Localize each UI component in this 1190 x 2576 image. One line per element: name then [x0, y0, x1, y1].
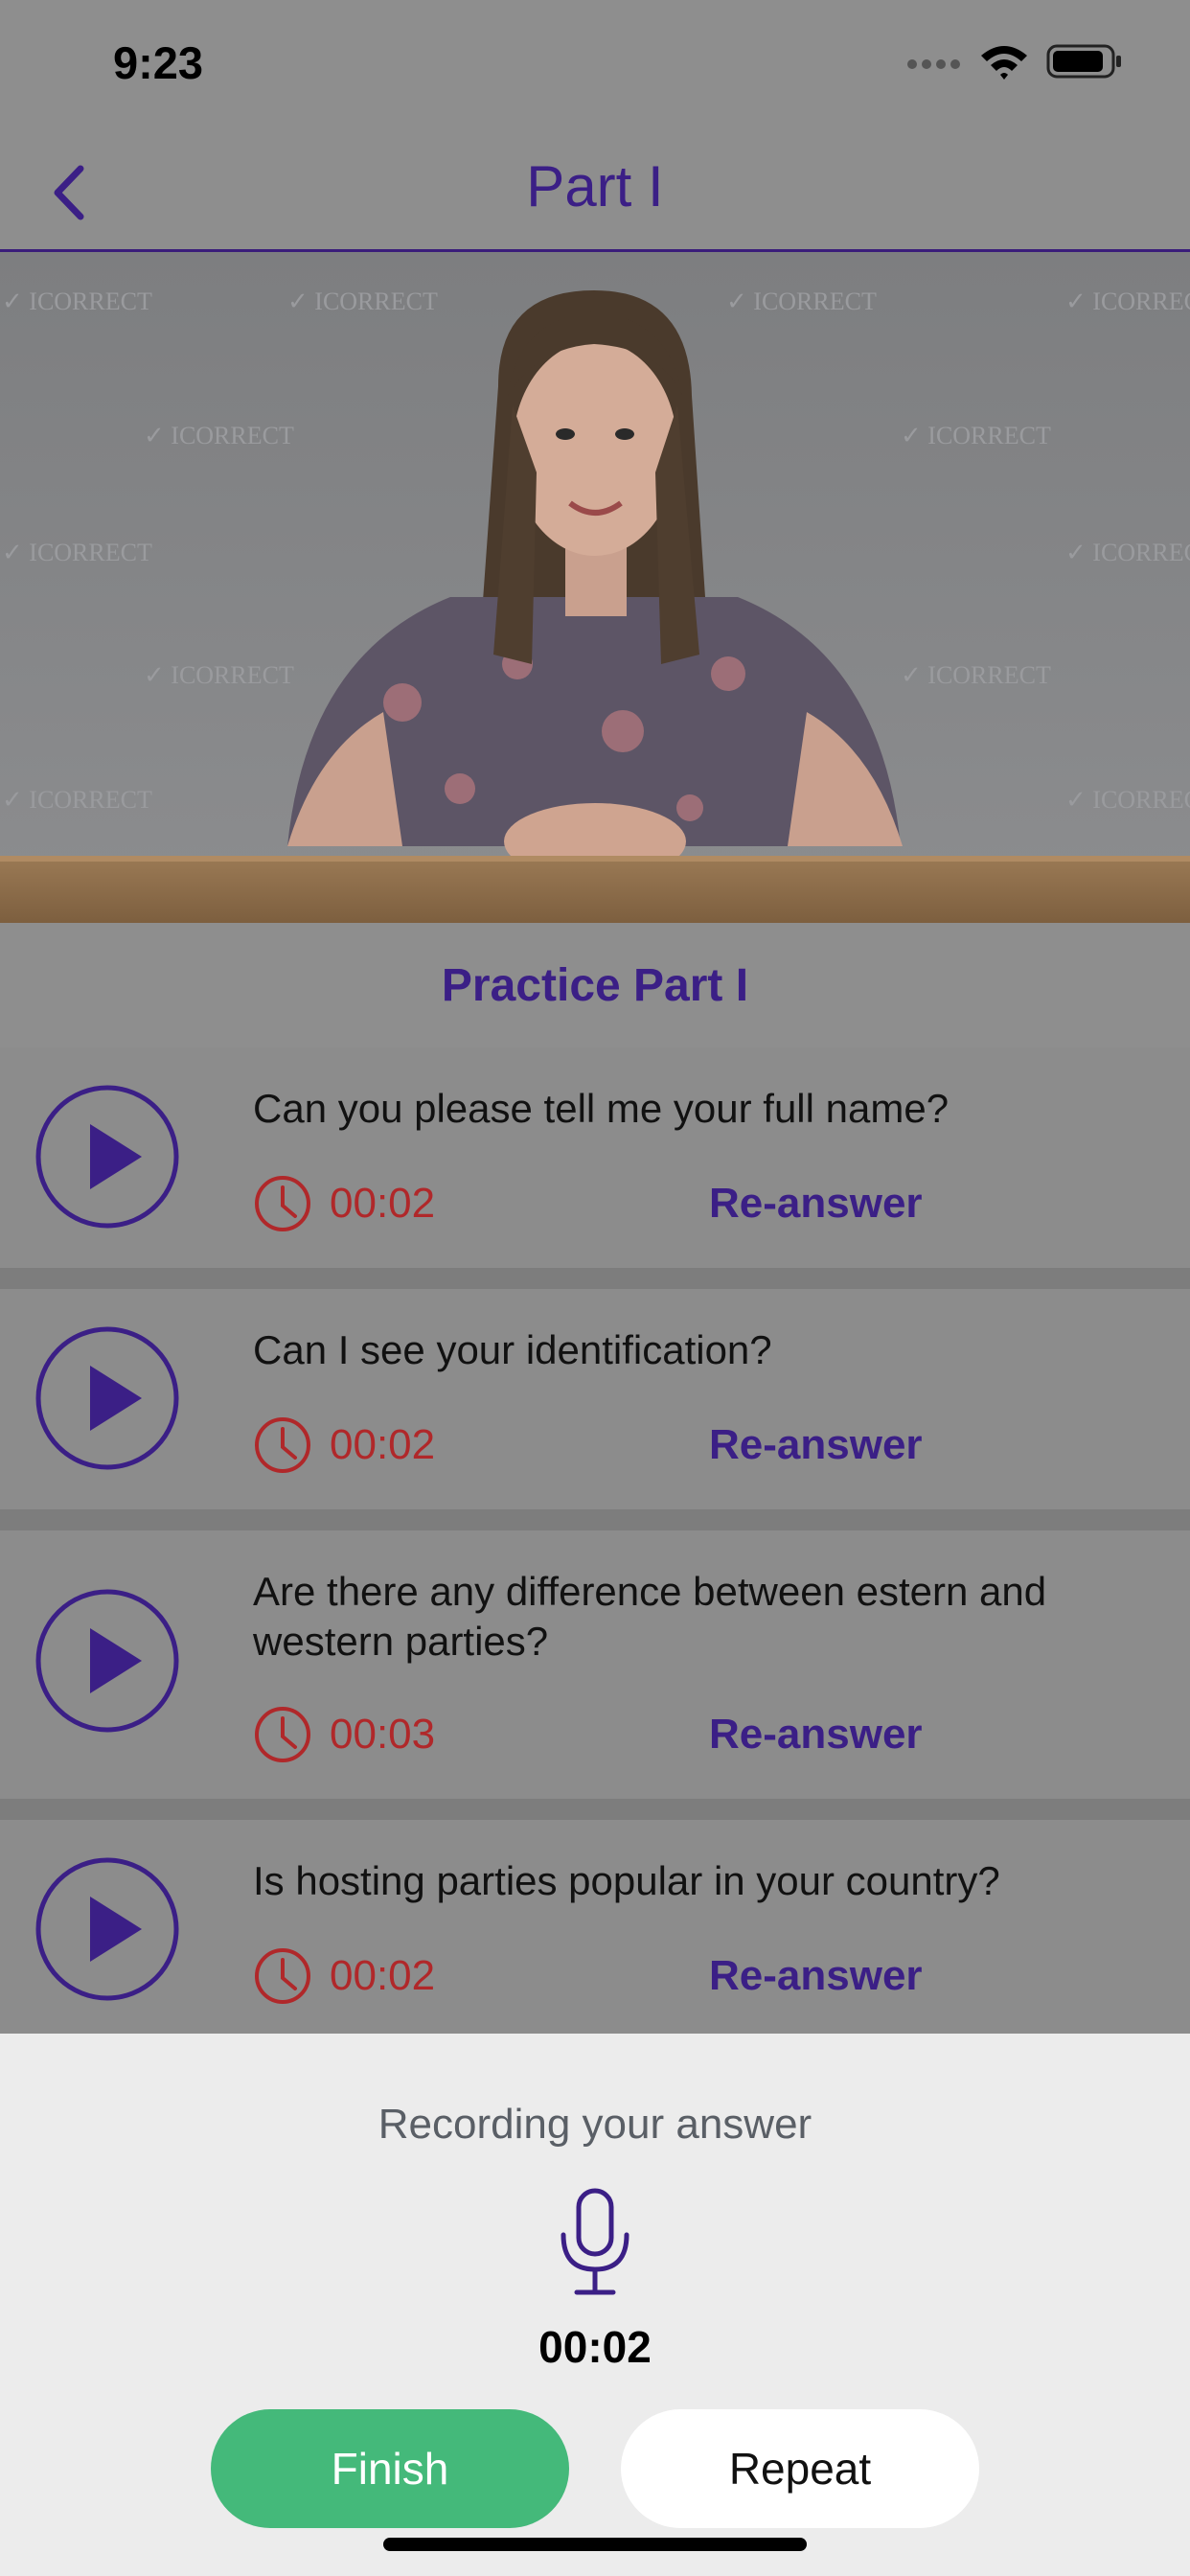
section-title: Practice Part I [0, 923, 1190, 1047]
play-icon [35, 1326, 179, 1470]
clock-icon [255, 1417, 310, 1473]
wifi-icon [981, 46, 1027, 80]
svg-text:✓ ICORRECT: ✓ ICORRECT [901, 422, 1051, 449]
clock-icon [255, 1176, 310, 1231]
cellular-signal-icon [907, 59, 960, 69]
re-answer-button[interactable]: Re-answer [709, 1711, 923, 1759]
clock-icon [255, 1948, 310, 2004]
status-time: 9:23 [113, 37, 204, 88]
svg-text:✓ ICORRECT: ✓ ICORRECT [1065, 786, 1190, 814]
svg-text:✓ ICORRECT: ✓ ICORRECT [2, 539, 152, 566]
play-icon [35, 1085, 179, 1229]
svg-text:✓ ICORRECT: ✓ ICORRECT [144, 422, 294, 449]
svg-text:✓ ICORRECT: ✓ ICORRECT [144, 661, 294, 689]
finish-button[interactable]: Finish [211, 2409, 569, 2528]
recording-timer: 00:02 [538, 2322, 652, 2372]
play-button[interactable] [34, 1084, 180, 1230]
answer-duration: 00:02 [253, 1174, 435, 1233]
duration-text: 00:02 [330, 1952, 436, 1999]
play-button[interactable] [34, 1588, 180, 1734]
duration-text: 00:02 [330, 1180, 436, 1227]
answer-duration: 00:02 [253, 1946, 435, 2006]
duration-text: 00:02 [330, 1421, 436, 1468]
re-answer-button[interactable]: Re-answer [709, 1952, 923, 2000]
svg-text:✓ ICORRECT: ✓ ICORRECT [901, 661, 1051, 689]
row-divider [0, 1268, 1190, 1289]
duration-text: 00:03 [330, 1711, 436, 1758]
page-title: Part I [526, 154, 664, 218]
answer-duration: 00:03 [253, 1705, 435, 1764]
answer-duration: 00:02 [253, 1415, 435, 1475]
row-divider [0, 1509, 1190, 1530]
question-text: Is hosting parties popular in your count… [253, 1858, 1000, 1903]
status-icons [906, 42, 1123, 80]
svg-text:✓ ICORRECT: ✓ ICORRECT [287, 288, 438, 315]
list-item: Can I see your identification? 00:02 Re-… [0, 1289, 1190, 1509]
svg-text:✓ ICORRECT: ✓ ICORRECT [2, 786, 152, 814]
re-answer-button[interactable]: Re-answer [709, 1180, 923, 1228]
repeat-button[interactable]: Repeat [621, 2409, 979, 2528]
battery-icon [1046, 44, 1121, 79]
svg-text:✓ ICORRECT: ✓ ICORRECT [2, 288, 152, 315]
navigation-bar: Part I [0, 134, 1190, 252]
home-indicator[interactable] [383, 2538, 807, 2551]
svg-text:✓ ICORRECT: ✓ ICORRECT [1065, 539, 1190, 566]
recording-panel: Recording your answer 00:02 Finish Repea… [0, 2034, 1190, 2576]
recording-label: Recording your answer [378, 2101, 812, 2148]
re-answer-button[interactable]: Re-answer [709, 1421, 923, 1469]
question-text: Can you please tell me your full name? [253, 1086, 950, 1131]
play-icon [35, 1857, 179, 2001]
video-player[interactable]: ✓ ICORRECT ✓ ICORRECT ✓ ICORRECT ✓ ICORR… [0, 252, 1190, 923]
question-text: Are there any difference between estern … [253, 1569, 1047, 1664]
microphone-icon [556, 2187, 634, 2298]
clock-icon [255, 1707, 310, 1762]
examiner-video-frame: ✓ ICORRECT ✓ ICORRECT ✓ ICORRECT ✓ ICORR… [0, 252, 1190, 923]
list-item: Is hosting parties popular in your count… [0, 1820, 1190, 2034]
play-icon [35, 1589, 179, 1733]
svg-text:✓ ICORRECT: ✓ ICORRECT [726, 288, 877, 315]
play-button[interactable] [34, 1325, 180, 1471]
question-text: Can I see your identification? [253, 1327, 772, 1372]
play-button[interactable] [34, 1856, 180, 2002]
row-divider [0, 1799, 1190, 1820]
svg-text:✓ ICORRECT: ✓ ICORRECT [1065, 288, 1190, 315]
list-item: Can you please tell me your full name? 0… [0, 1047, 1190, 1268]
status-bar: 9:23 [0, 0, 1190, 134]
list-item: Are there any difference between estern … [0, 1530, 1190, 1799]
